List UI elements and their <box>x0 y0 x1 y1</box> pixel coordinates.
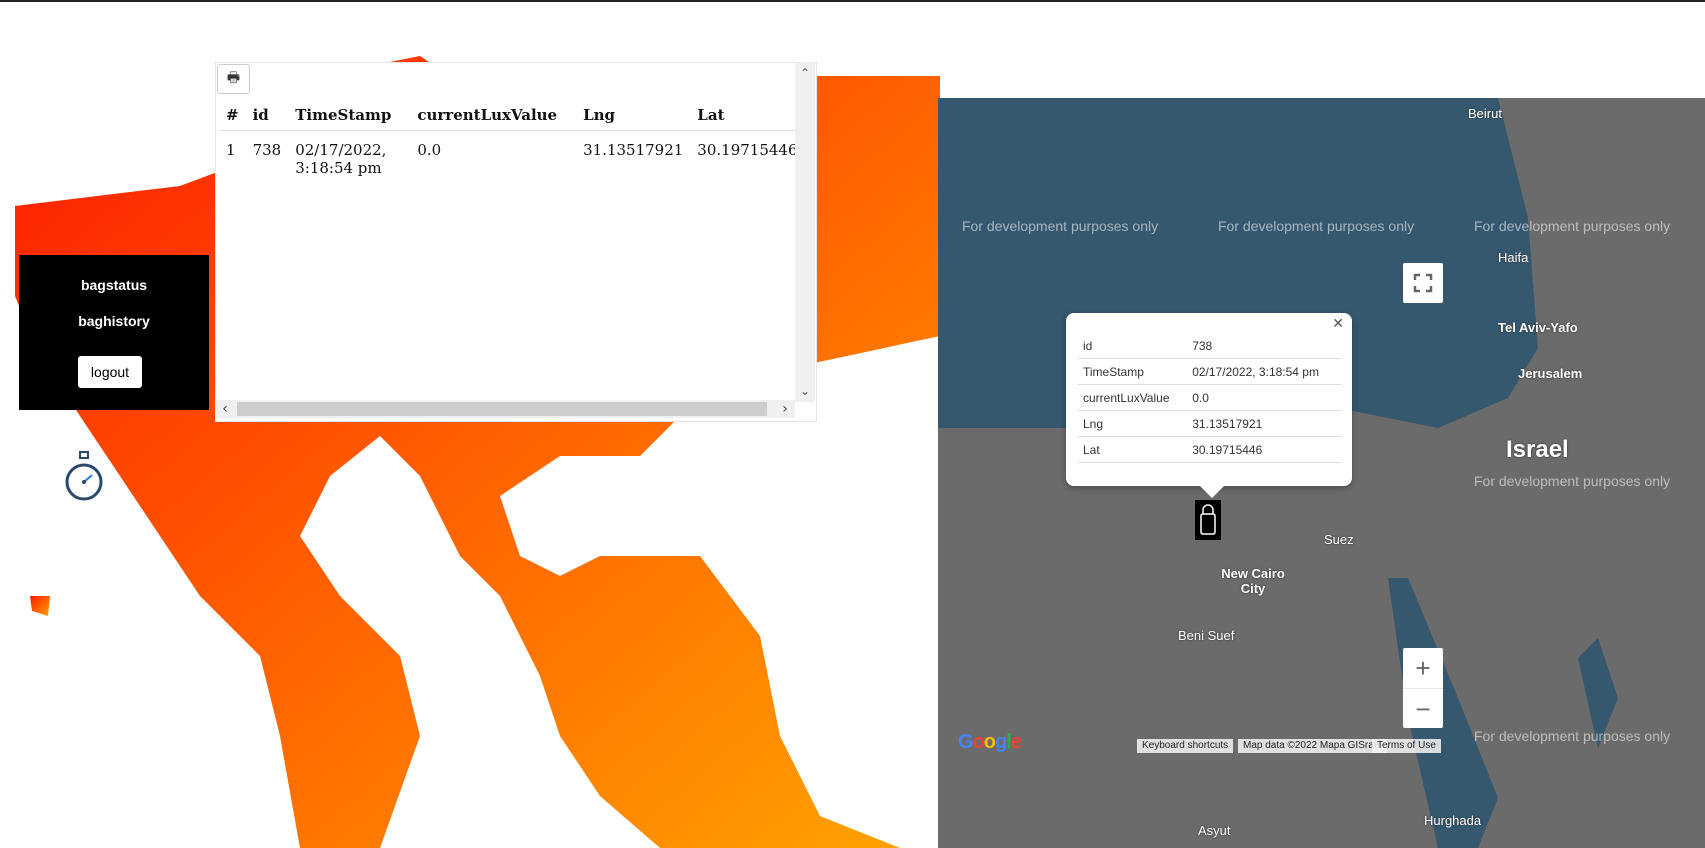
top-border <box>0 0 1705 2</box>
sidebar-item-bagstatus[interactable]: bagstatus <box>19 277 209 293</box>
scroll-thumb[interactable] <box>237 402 767 416</box>
map-data-attribution: Map data ©2022 Mapa GISrael <box>1238 739 1387 753</box>
place-label: New Cairo City <box>1221 566 1285 596</box>
cell-lng: 31.13517921 <box>583 141 684 159</box>
print-button[interactable]: 🖶 <box>217 64 250 94</box>
place-label: Beirut <box>1468 106 1502 121</box>
cell-number: 1 <box>226 141 236 159</box>
place-label: Suez <box>1324 532 1354 547</box>
table-vertical-scrollbar[interactable]: ⌃ ⌄ <box>795 62 815 402</box>
fullscreen-icon <box>1413 273 1433 293</box>
info-table: id 738 TimeStamp 02/17/2022, 3:18:54 pm cu… <box>1078 333 1342 463</box>
col-timestamp[interactable]: TimeStamp <box>289 104 412 131</box>
table-horizontal-scrollbar[interactable]: ‹ › <box>215 400 795 418</box>
col-lat[interactable]: Lat <box>691 104 806 131</box>
logout-button[interactable]: logout <box>78 356 142 388</box>
dev-watermark: For development purposes only <box>1474 218 1671 234</box>
info-window: ✕ id 738 TimeStamp 02/17/2022, 3:18:54 pm … <box>1066 313 1352 498</box>
sidebar: bagstatus baghistory logout <box>19 255 209 410</box>
dev-watermark: For development purposes only <box>1218 218 1415 234</box>
stopwatch-icon[interactable] <box>64 450 104 502</box>
info-row: TimeStamp 02/17/2022, 3:18:54 pm <box>1078 358 1342 385</box>
cell-lux: 0.0 <box>417 141 442 159</box>
place-label: Haifa <box>1498 250 1529 265</box>
cell-timestamp: 02/17/2022, 3:18:54 pm <box>295 141 387 177</box>
info-row: Lat 30.19715446 <box>1078 436 1342 463</box>
dev-watermark: For development purposes only <box>962 218 1159 234</box>
cell-id: 738 <box>252 141 282 159</box>
google-map[interactable]: For development purposes only For develo… <box>938 98 1705 848</box>
place-label: Hurghada <box>1424 813 1482 828</box>
sidebar-item-baghistory[interactable]: baghistory <box>19 313 209 329</box>
scroll-right-icon[interactable]: › <box>775 400 795 418</box>
dev-watermark: For development purposes only <box>1474 728 1671 744</box>
dev-watermark: For development purposes only <box>1474 473 1671 489</box>
col-id[interactable]: id <box>246 104 290 131</box>
bag-icon <box>1200 504 1216 535</box>
info-row: id 738 <box>1078 333 1342 359</box>
place-label: Jerusalem <box>1518 366 1583 381</box>
col-lng[interactable]: Lng <box>577 104 692 131</box>
cell-lat: 30.19715446 <box>697 141 798 159</box>
scroll-up-icon[interactable]: ⌃ <box>795 64 815 82</box>
terms-link[interactable]: Terms of Use <box>1372 739 1441 753</box>
info-row: currentLuxValue 0.0 <box>1078 384 1342 411</box>
col-lux[interactable]: currentLuxValue <box>411 104 578 131</box>
place-label: Israel <box>1506 436 1569 463</box>
zoom-out-button[interactable]: − <box>1403 688 1443 729</box>
info-row: Lng 31.13517921 <box>1078 410 1342 437</box>
printer-icon: 🖶 <box>226 70 241 86</box>
close-icon[interactable]: ✕ <box>1332 315 1344 332</box>
table-header-row: # id TimeStamp currentLuxValue Lng Lat <box>220 104 806 131</box>
scroll-down-icon[interactable]: ⌄ <box>795 382 815 400</box>
col-number[interactable]: # <box>220 104 247 131</box>
place-label: Beni Suef <box>1178 628 1235 643</box>
table-row: 1 738 02/17/2022, 3:18:54 pm 0.0 31.1351… <box>220 131 806 184</box>
zoom-control: + − <box>1403 648 1443 728</box>
bag-marker[interactable] <box>1195 500 1221 540</box>
place-label: Tel Aviv-Yafo <box>1498 320 1578 335</box>
place-label: Asyut <box>1198 823 1231 838</box>
fullscreen-button[interactable] <box>1403 263 1443 303</box>
google-logo: Google <box>958 731 1022 753</box>
keyboard-shortcuts-link[interactable]: Keyboard shortcuts <box>1137 739 1234 753</box>
history-table: # id TimeStamp currentLuxValue Lng Lat 1… <box>220 104 806 183</box>
zoom-in-button[interactable]: + <box>1403 648 1443 688</box>
scroll-left-icon[interactable]: ‹ <box>215 400 235 418</box>
